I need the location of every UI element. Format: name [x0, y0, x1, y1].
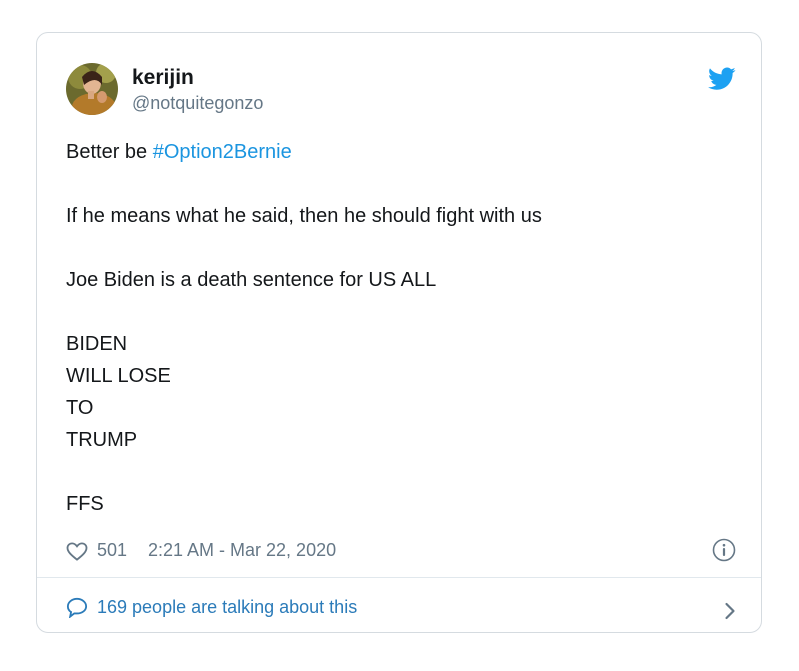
- speech-bubble-icon: [66, 597, 88, 619]
- user-handle[interactable]: @notquitegonzo: [132, 91, 263, 115]
- hashtag-link[interactable]: #Option2Bernie: [153, 141, 292, 163]
- tweet-line: TRUMP: [66, 429, 138, 451]
- tweet-line: TO: [66, 397, 94, 419]
- conversation-link[interactable]: 169 people are talking about this: [66, 592, 736, 622]
- info-icon[interactable]: [712, 538, 736, 562]
- tweet-line: If he means what he said, then he should…: [66, 205, 542, 227]
- tweet-text: Better be #Option2Bernie If he means wha…: [66, 136, 726, 520]
- heart-icon[interactable]: [66, 541, 88, 561]
- twitter-bird-icon[interactable]: [708, 67, 736, 91]
- author-names: kerijin @notquitegonzo: [132, 65, 263, 115]
- tweet-line: BIDEN: [66, 333, 128, 355]
- tweet-line: FFS: [66, 493, 104, 515]
- talking-count-label[interactable]: 169 people are talking about this: [97, 592, 357, 622]
- tweet-line: Better be #Option2Bernie: [66, 136, 726, 168]
- tweet-line: WILL LOSE: [66, 365, 171, 387]
- display-name[interactable]: kerijin: [132, 65, 263, 91]
- tweet-card: kerijin @notquitegonzo Better be #Option…: [36, 32, 762, 633]
- tweet-timestamp[interactable]: 2:21 AM - Mar 22, 2020: [148, 536, 336, 564]
- tweet-meta: 501 2:21 AM - Mar 22, 2020: [66, 536, 736, 564]
- tweet-header: kerijin @notquitegonzo: [66, 63, 736, 119]
- divider: [37, 577, 761, 578]
- tweet-line: Joe Biden is a death sentence for US ALL: [66, 269, 437, 291]
- avatar[interactable]: [66, 63, 118, 115]
- like-count[interactable]: 501: [97, 536, 127, 564]
- chevron-right-icon[interactable]: [724, 599, 736, 620]
- tweet-line-prefix: Better be: [66, 141, 153, 163]
